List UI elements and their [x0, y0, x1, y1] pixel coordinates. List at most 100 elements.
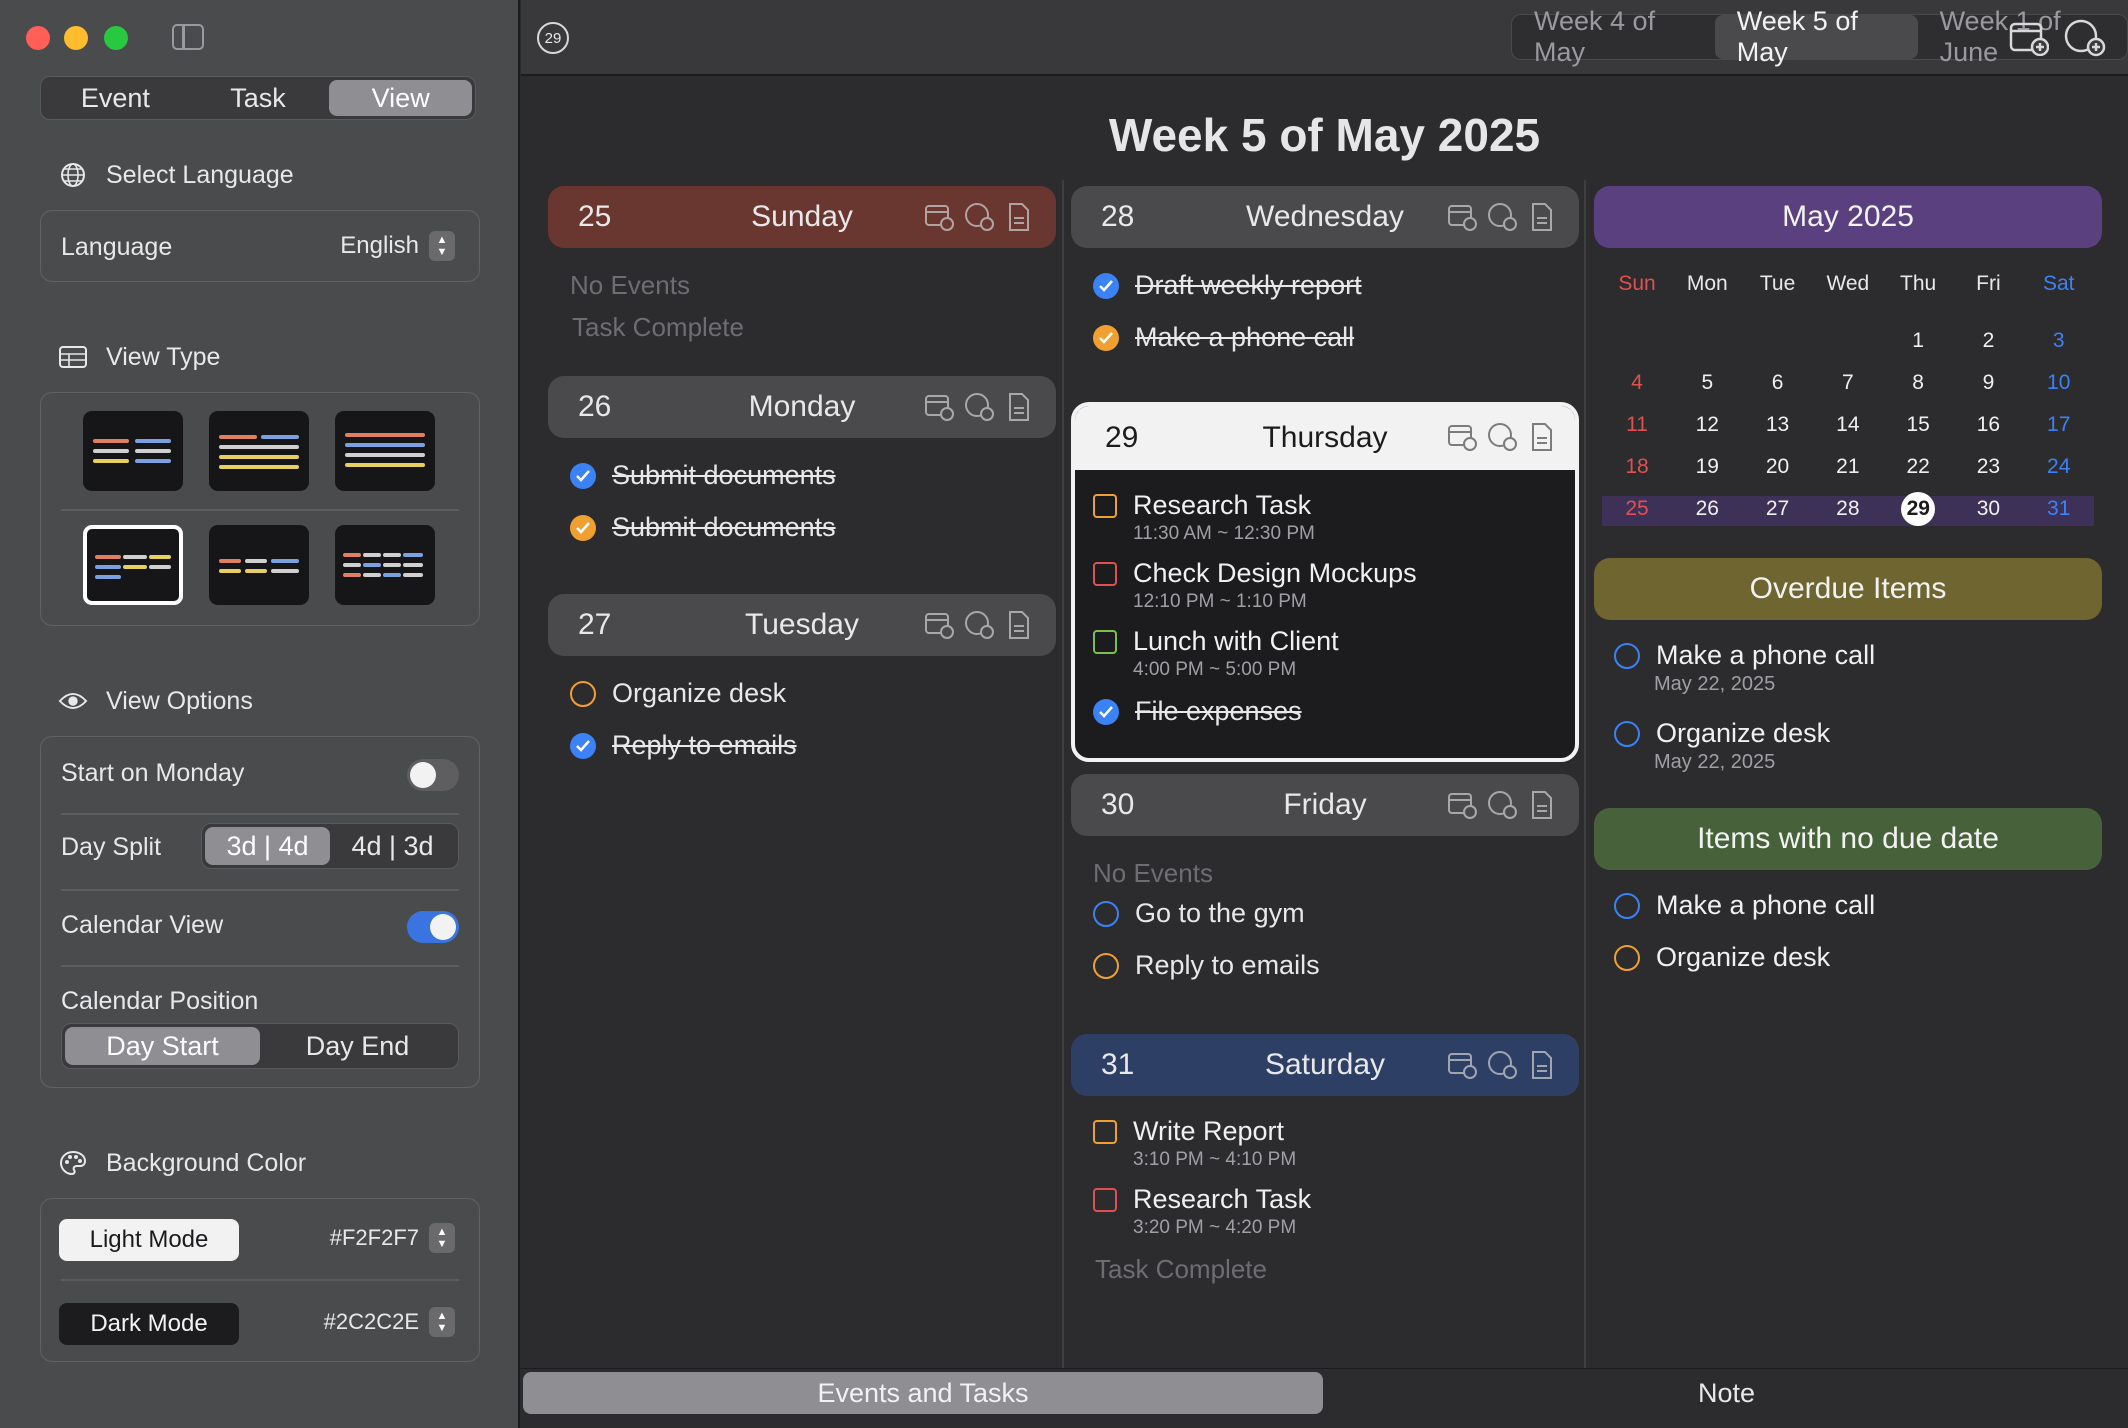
light-mode-chip[interactable]: Light Mode	[59, 1219, 239, 1261]
event-item[interactable]: Lunch with Client 4:00 PM ~ 5:00 PM	[1093, 626, 1339, 681]
note-icon[interactable]	[1527, 1050, 1557, 1080]
calendar-day[interactable]: 19	[1672, 452, 1742, 482]
add-task-icon[interactable]	[2063, 18, 2107, 63]
add-event-icon[interactable]	[1447, 1050, 1477, 1080]
start-on-monday-toggle[interactable]	[407, 759, 459, 791]
calendar-day[interactable]: 8	[1883, 368, 1953, 398]
overdue-item[interactable]: Organize desk May 22, 2025	[1614, 718, 1830, 774]
add-task-icon[interactable]	[1487, 1050, 1517, 1080]
calendar-day[interactable]: 11	[1602, 410, 1672, 440]
calendar-day[interactable]: 3	[2024, 326, 2094, 356]
view-type-option-3[interactable]	[335, 411, 435, 491]
calendar-day[interactable]: 18	[1602, 452, 1672, 482]
calendar-position-day-end[interactable]: Day End	[260, 1027, 455, 1065]
language-select[interactable]: English ▲ ▼	[340, 231, 455, 261]
add-task-icon[interactable]	[1487, 422, 1517, 452]
circle-icon[interactable]	[1614, 642, 1640, 669]
event-item[interactable]: Write Report 3:10 PM ~ 4:10 PM	[1093, 1116, 1296, 1171]
calendar-day[interactable]: 22	[1883, 452, 1953, 482]
task-item[interactable]: Go to the gym	[1093, 898, 1305, 929]
calendar-day[interactable]: 31	[2024, 494, 2094, 524]
tab-events-and-tasks[interactable]: Events and Tasks	[523, 1372, 1323, 1414]
circle-icon[interactable]	[570, 680, 596, 707]
add-event-icon[interactable]	[1447, 790, 1477, 820]
no-due-item[interactable]: Organize desk	[1614, 942, 1830, 973]
add-event-icon[interactable]	[2009, 20, 2050, 61]
checkmark-icon[interactable]	[570, 514, 596, 541]
day-header-monday[interactable]: 26 Monday	[548, 376, 1056, 438]
checkmark-icon[interactable]	[570, 732, 596, 759]
calendar-day[interactable]: 4	[1602, 368, 1672, 398]
note-icon[interactable]	[1004, 392, 1034, 422]
close-window-button[interactable]	[26, 26, 50, 50]
calendar-day[interactable]: 30	[1953, 494, 2023, 524]
tab-note[interactable]: Note	[1325, 1372, 2128, 1414]
calendar-day[interactable]: 6	[1743, 368, 1813, 398]
circle-icon[interactable]	[1614, 892, 1640, 919]
task-item[interactable]: Organize desk	[570, 678, 786, 709]
day-card-thursday-selected[interactable]: 29 Thursday Research Task 11:30 AM ~ 12:…	[1071, 402, 1579, 762]
minimize-window-button[interactable]	[64, 26, 88, 50]
calendar-day[interactable]: 7	[1813, 368, 1883, 398]
add-task-icon[interactable]	[1487, 202, 1517, 232]
tab-event[interactable]: Event	[44, 80, 187, 116]
circle-icon[interactable]	[1093, 900, 1119, 927]
calendar-position-day-start[interactable]: Day Start	[65, 1027, 260, 1065]
task-item[interactable]: Make a phone call	[1093, 322, 1354, 353]
calendar-day[interactable]: 13	[1743, 410, 1813, 440]
calendar-day[interactable]: 9	[1953, 368, 2023, 398]
calendar-day[interactable]: 5	[1672, 368, 1742, 398]
day-header-friday[interactable]: 30 Friday	[1071, 774, 1579, 836]
task-item[interactable]: Submit documents	[570, 460, 836, 491]
sidebar-toggle-icon[interactable]	[172, 24, 204, 50]
week-prev[interactable]: Week 4 of May	[1512, 6, 1715, 67]
day-header-sunday[interactable]: 25 Sunday	[548, 186, 1056, 248]
day-header-saturday[interactable]: 31 Saturday	[1071, 1034, 1579, 1096]
tab-view[interactable]: View	[329, 80, 473, 116]
calendar-day[interactable]: 16	[1953, 410, 2023, 440]
day-split-3d-4d[interactable]: 3d | 4d	[205, 827, 330, 865]
overdue-item[interactable]: Make a phone call May 22, 2025	[1614, 640, 1875, 696]
add-event-icon[interactable]	[924, 392, 954, 422]
checkmark-icon[interactable]	[1093, 272, 1119, 299]
calendar-day[interactable]: 23	[1953, 452, 2023, 482]
view-type-option-1[interactable]	[83, 411, 183, 491]
task-item[interactable]: Draft weekly report	[1093, 270, 1362, 301]
task-item[interactable]: File expenses	[1093, 696, 1302, 727]
day-split-4d-3d[interactable]: 4d | 3d	[330, 827, 455, 865]
no-due-item[interactable]: Make a phone call	[1614, 890, 1875, 921]
add-event-icon[interactable]	[1447, 422, 1477, 452]
view-type-option-2[interactable]	[209, 411, 309, 491]
checkmark-icon[interactable]	[570, 462, 596, 489]
event-item[interactable]: Research Task 11:30 AM ~ 12:30 PM	[1093, 490, 1315, 545]
calendar-day[interactable]: 28	[1813, 494, 1883, 524]
view-type-option-5[interactable]	[209, 525, 309, 605]
add-event-icon[interactable]	[1447, 202, 1477, 232]
add-event-icon[interactable]	[924, 202, 954, 232]
day-header-tuesday[interactable]: 27 Tuesday	[548, 594, 1056, 656]
zoom-window-button[interactable]	[104, 26, 128, 50]
calendar-month-header[interactable]: May 2025	[1594, 186, 2102, 248]
task-item[interactable]: Submit documents	[570, 512, 836, 543]
calendar-day[interactable]: 15	[1883, 410, 1953, 440]
calendar-view-toggle[interactable]	[407, 911, 459, 943]
view-type-option-6[interactable]	[335, 525, 435, 605]
calendar-day[interactable]: 20	[1743, 452, 1813, 482]
note-icon[interactable]	[1004, 202, 1034, 232]
circle-icon[interactable]	[1093, 952, 1119, 979]
calendar-day[interactable]: 17	[2024, 410, 2094, 440]
add-task-icon[interactable]	[964, 202, 994, 232]
today-icon[interactable]: 29	[537, 22, 569, 54]
task-item[interactable]: Reply to emails	[1093, 950, 1320, 981]
calendar-day[interactable]: 10	[2024, 368, 2094, 398]
add-task-icon[interactable]	[964, 610, 994, 640]
add-task-icon[interactable]	[1487, 790, 1517, 820]
checkmark-icon[interactable]	[1093, 698, 1119, 725]
event-item[interactable]: Check Design Mockups 12:10 PM ~ 1:10 PM	[1093, 558, 1417, 613]
note-icon[interactable]	[1527, 202, 1557, 232]
circle-icon[interactable]	[1614, 944, 1640, 971]
checkmark-icon[interactable]	[1093, 324, 1119, 351]
calendar-day[interactable]: 12	[1672, 410, 1742, 440]
calendar-day[interactable]: 21	[1813, 452, 1883, 482]
day-header-wednesday[interactable]: 28 Wednesday	[1071, 186, 1579, 248]
